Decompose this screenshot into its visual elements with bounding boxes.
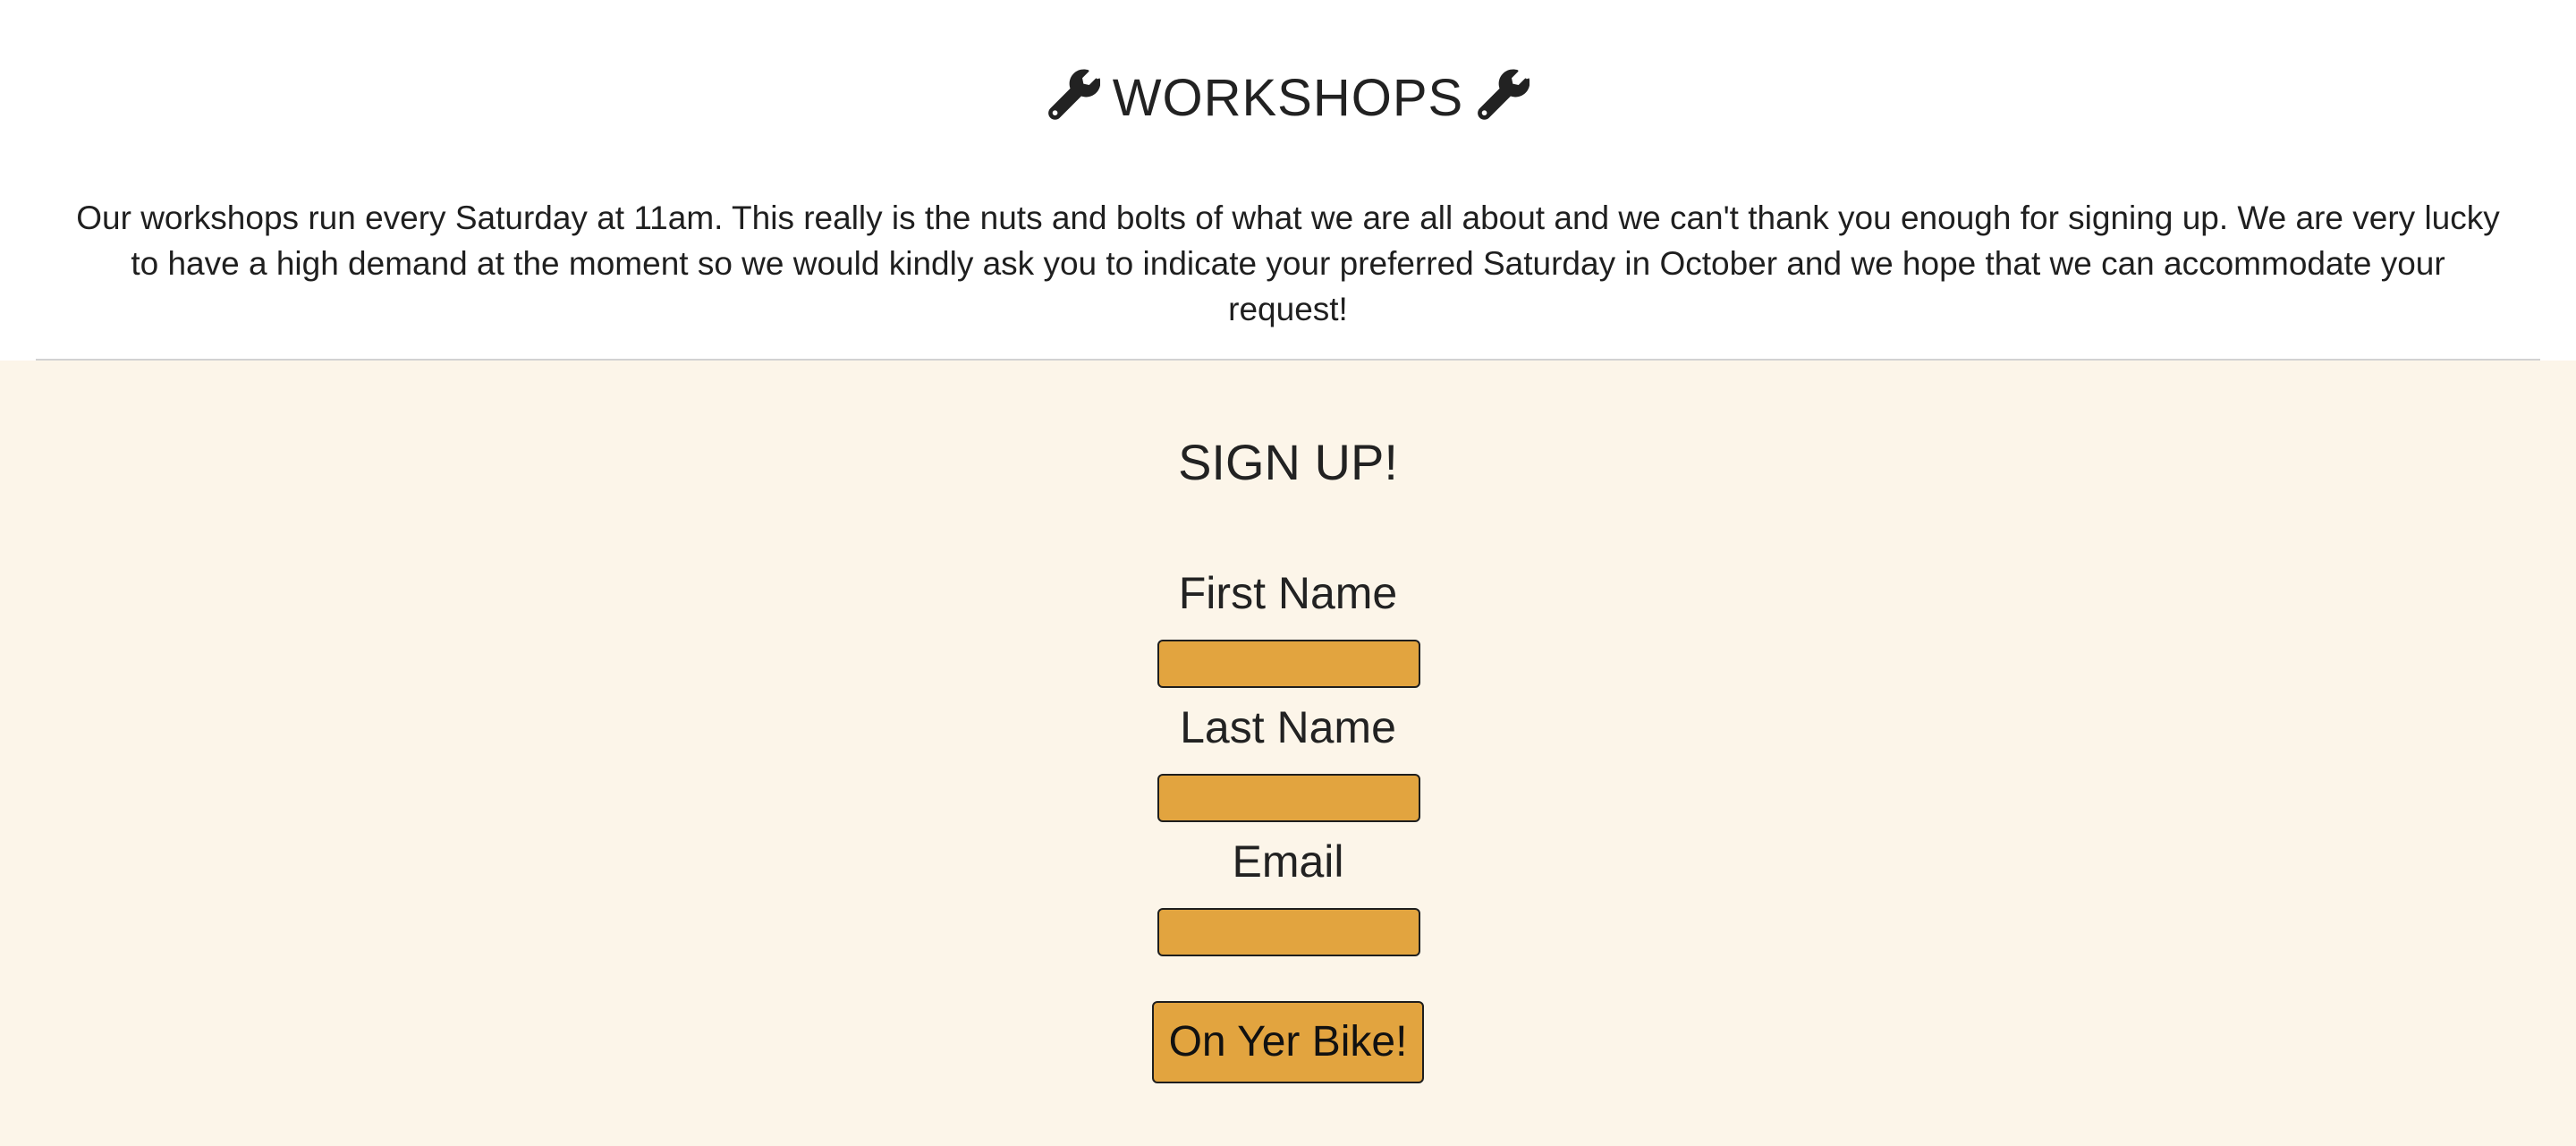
last-name-label: Last Name xyxy=(1180,702,1396,752)
email-input[interactable] xyxy=(1157,908,1420,956)
first-name-input[interactable] xyxy=(1157,640,1420,688)
submit-button[interactable]: On Yer Bike! xyxy=(1152,1001,1424,1083)
wrench-icon xyxy=(1476,67,1530,121)
last-name-input[interactable] xyxy=(1157,774,1420,822)
workshops-heading: WORKSHOPS xyxy=(0,63,2576,134)
workshops-description: Our workshops run every Saturday at 11am… xyxy=(76,199,2500,327)
wrench-icon xyxy=(1046,67,1100,121)
workshops-heading-text: WORKSHOPS xyxy=(1112,69,1464,127)
signup-heading: SIGN UP! xyxy=(1178,434,1398,490)
first-name-label: First Name xyxy=(1178,568,1398,618)
workshops-intro-section: WORKSHOPS Our workshops run every Saturd… xyxy=(0,0,2576,359)
email-label: Email xyxy=(1232,836,1344,887)
page: WORKSHOPS Our workshops run every Saturd… xyxy=(0,0,2576,1146)
signup-section: SIGN UP! First Name Last Name Email On Y… xyxy=(0,361,2576,1146)
